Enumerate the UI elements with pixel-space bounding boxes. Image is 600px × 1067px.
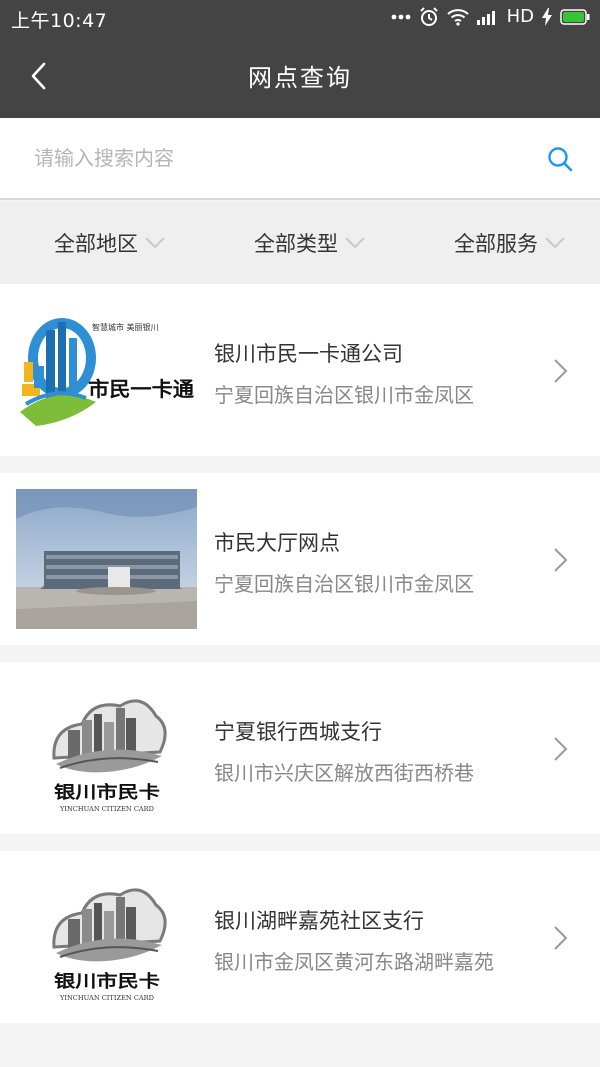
citizen-hall-building-photo — [16, 489, 197, 629]
filter-service-label: 全部服务 — [454, 232, 538, 256]
svg-text:市民一卡通: 市民一卡通 — [88, 377, 194, 401]
svg-text:智慧城市 美丽银川: 智慧城市 美丽银川 — [92, 322, 159, 332]
list-item[interactable]: 银川市民卡 YINCHUAN CITIZEN CARD 宁夏银行西城支行 银川市… — [0, 662, 600, 834]
outlet-name: 银川湖畔嘉苑社区支行 — [214, 909, 424, 933]
network-label: HD — [506, 6, 534, 27]
charging-icon — [542, 7, 552, 26]
battery-icon — [560, 8, 590, 25]
status-bar: 上午10:47 HD — [0, 0, 600, 34]
search-icon[interactable] — [546, 145, 574, 173]
svg-text:YINCHUAN CITIZEN CARD: YINCHUAN CITIZEN CARD — [59, 994, 154, 1002]
chevron-right-icon — [554, 548, 568, 572]
list-item[interactable]: 银川市民卡 YINCHUAN CITIZEN CARD 银川湖畔嘉苑社区支行 银… — [0, 851, 600, 1023]
svg-text:银川市民卡: 银川市民卡 — [54, 782, 160, 803]
header: 网点查询 — [0, 34, 600, 118]
filter-bar: 全部地区 全部类型 全部服务 — [0, 202, 600, 284]
status-time: 上午10:47 — [11, 10, 108, 32]
outlet-address: 银川市金凤区黄河东路湖畔嘉苑 — [214, 950, 494, 974]
citizen-card-color-logo: 智慧城市 美丽银川 市民一卡通 — [16, 300, 197, 440]
list-item[interactable]: 智慧城市 美丽银川 市民一卡通 银川市民一卡通公司 宁夏回族自治区银川市金凤区 — [0, 284, 600, 456]
filter-service[interactable]: 全部服务 — [454, 202, 566, 284]
search-input[interactable] — [34, 138, 514, 178]
outlet-name: 宁夏银行西城支行 — [214, 720, 382, 744]
outlet-name: 市民大厅网点 — [214, 531, 340, 555]
outlet-address: 银川市兴庆区解放西街西桥巷 — [214, 761, 474, 785]
back-arrow-icon[interactable] — [22, 56, 62, 96]
filter-type-label: 全部类型 — [254, 232, 338, 256]
filter-region[interactable]: 全部地区 — [54, 202, 166, 284]
outlet-address: 宁夏回族自治区银川市金凤区 — [214, 572, 474, 596]
wifi-icon — [446, 8, 469, 26]
search-bar — [0, 118, 600, 200]
citizen-card-gray-logo: 银川市民卡 YINCHUAN CITIZEN CARD — [16, 678, 197, 818]
status-icons: HD — [391, 6, 590, 27]
filter-region-label: 全部地区 — [54, 232, 138, 256]
chevron-down-icon — [345, 237, 365, 249]
filter-type[interactable]: 全部类型 — [254, 202, 366, 284]
chevron-right-icon — [554, 926, 568, 950]
page-title: 网点查询 — [248, 64, 352, 92]
outlet-address: 宁夏回族自治区银川市金凤区 — [214, 383, 474, 407]
svg-text:YINCHUAN CITIZEN CARD: YINCHUAN CITIZEN CARD — [59, 805, 154, 813]
signal-icon — [476, 10, 495, 25]
chevron-right-icon — [554, 737, 568, 761]
chevron-right-icon — [554, 359, 568, 383]
chevron-down-icon — [545, 237, 565, 249]
more-dots-icon — [391, 14, 410, 19]
alarm-icon — [419, 6, 438, 26]
outlet-name: 银川市民一卡通公司 — [214, 342, 403, 366]
citizen-card-gray-logo: 银川市民卡 YINCHUAN CITIZEN CARD — [16, 867, 197, 1007]
chevron-down-icon — [145, 237, 165, 249]
list-item[interactable]: 市民大厅网点 宁夏回族自治区银川市金凤区 — [0, 473, 600, 645]
svg-text:银川市民卡: 银川市民卡 — [54, 971, 160, 992]
